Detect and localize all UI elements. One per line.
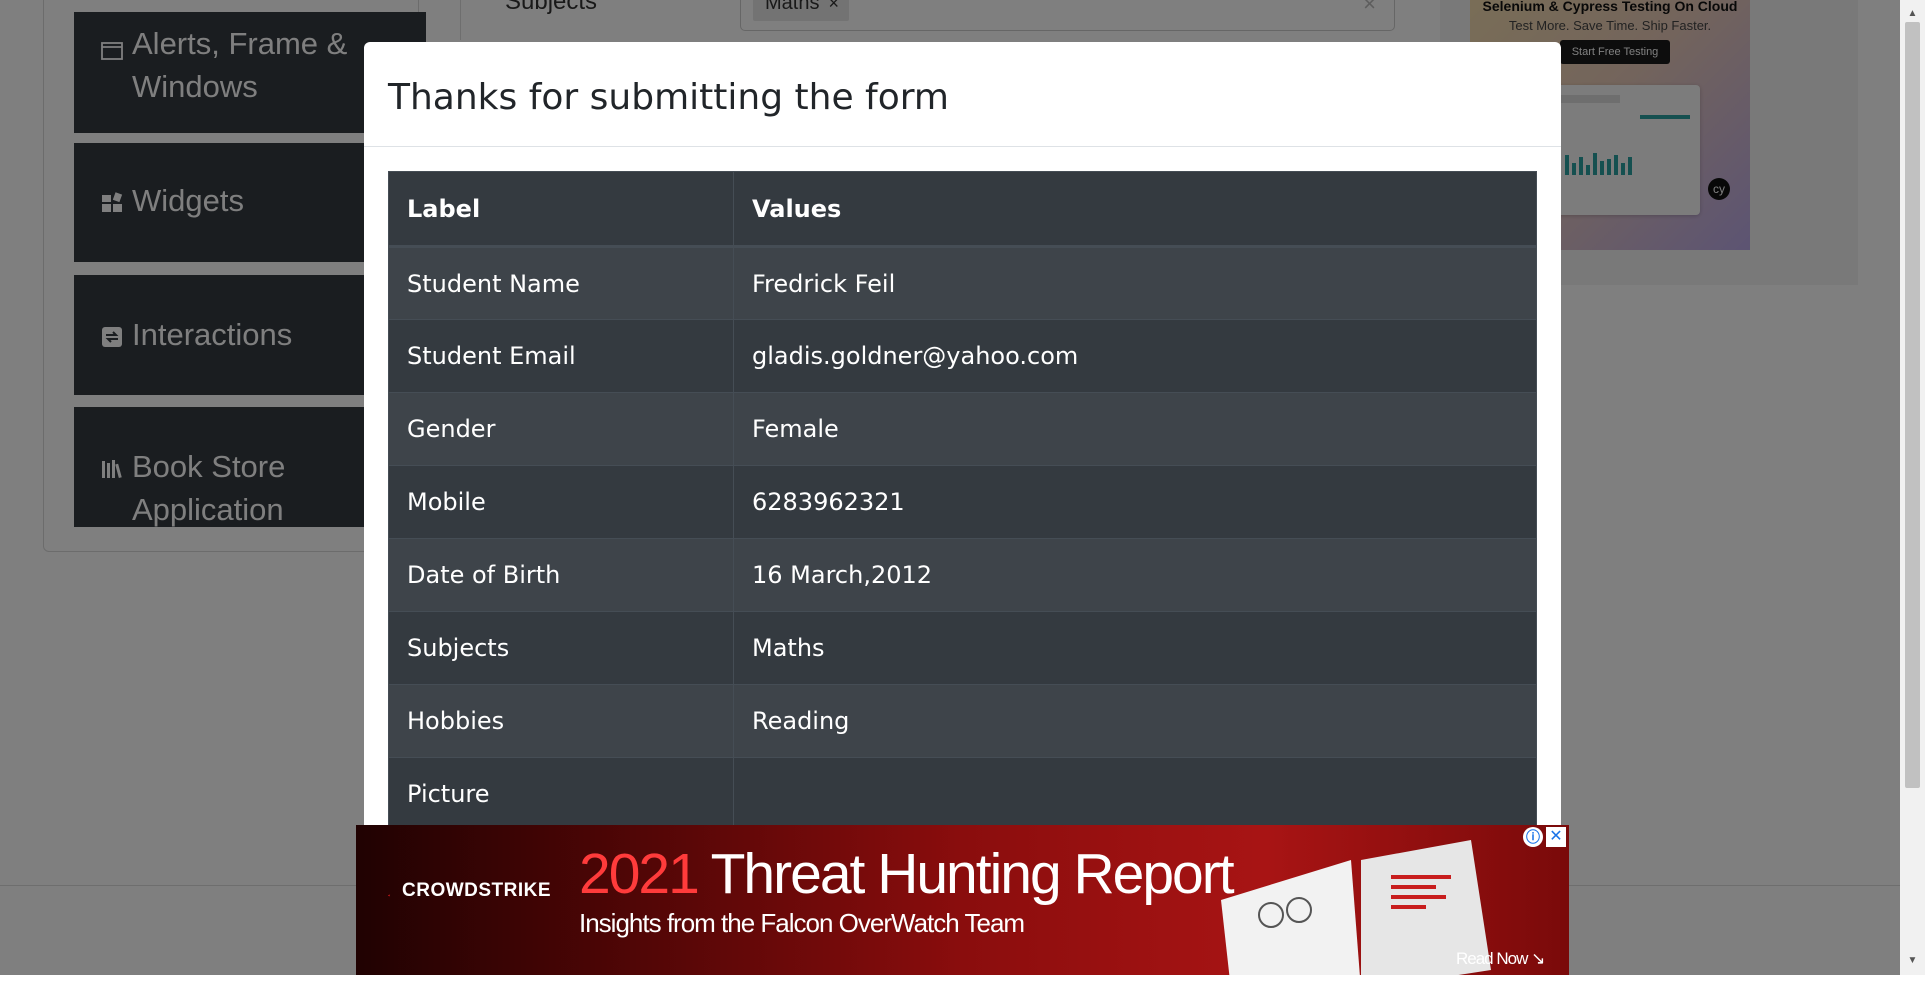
row-label: Student Name <box>388 246 734 320</box>
table-row: Subjects Maths <box>388 611 1537 685</box>
table-row: Date of Birth 16 March,2012 <box>388 538 1537 612</box>
ad-close-icon[interactable]: ✕ <box>1546 827 1566 847</box>
scroll-down-arrow-icon[interactable]: ▼ <box>1900 955 1925 966</box>
table-row: Picture <box>388 757 1537 831</box>
ad-headline-text: Threat Hunting Report <box>697 842 1235 906</box>
scroll-thumb[interactable] <box>1905 22 1920 788</box>
row-label: Gender <box>388 392 734 466</box>
modal-title: Thanks for submitting the form <box>388 77 949 118</box>
table-row: Hobbies Reading <box>388 684 1537 758</box>
ad-info-icon[interactable]: ⓘ <box>1523 827 1543 847</box>
column-header-label: Label <box>388 171 734 248</box>
table-header-row: Label Values <box>388 171 1537 248</box>
row-value: Maths <box>733 611 1537 685</box>
row-label: Subjects <box>388 611 734 685</box>
ad-headline: 2021 Threat Hunting Report <box>579 841 1235 907</box>
table-row: Gender Female <box>388 392 1537 466</box>
table-row: Student Name Fredrick Feil <box>388 246 1537 320</box>
row-label: Picture <box>388 757 734 831</box>
results-table: Label Values Student Name Fredrick Feil … <box>388 171 1537 831</box>
ad-cta-label: Read Now <box>1456 949 1528 968</box>
row-value: 6283962321 <box>733 465 1537 539</box>
column-header-values: Values <box>733 171 1537 248</box>
row-value: Reading <box>733 684 1537 758</box>
bottom-advertisement[interactable]: CROWDSTRIKE 2021 Threat Hunting Report I… <box>356 825 1569 975</box>
row-value: Female <box>733 392 1537 466</box>
row-value: gladis.goldner@yahoo.com <box>733 319 1537 393</box>
row-label: Mobile <box>388 465 734 539</box>
ad-brand-logo: CROWDSTRIKE <box>402 880 552 901</box>
arrow-down-right-icon: ↘ <box>1531 949 1545 968</box>
table-row: Student Email gladis.goldner@yahoo.com <box>388 319 1537 393</box>
row-value: Fredrick Feil <box>733 246 1537 320</box>
ad-headline-year: 2021 <box>579 842 700 906</box>
row-value <box>733 757 1537 831</box>
page-scrollbar[interactable]: ▲ ▼ <box>1900 0 1925 975</box>
ad-subline: Insights from the Falcon OverWatch Team <box>579 908 1025 938</box>
scroll-up-arrow-icon[interactable]: ▲ <box>1900 8 1925 19</box>
ad-read-now-link[interactable]: Read Now ↘ <box>1456 949 1545 969</box>
table-row: Mobile 6283962321 <box>388 465 1537 539</box>
row-label: Student Email <box>388 319 734 393</box>
modal-header-divider <box>364 146 1561 147</box>
row-label: Date of Birth <box>388 538 734 612</box>
row-label: Hobbies <box>388 684 734 758</box>
row-value: 16 March,2012 <box>733 538 1537 612</box>
